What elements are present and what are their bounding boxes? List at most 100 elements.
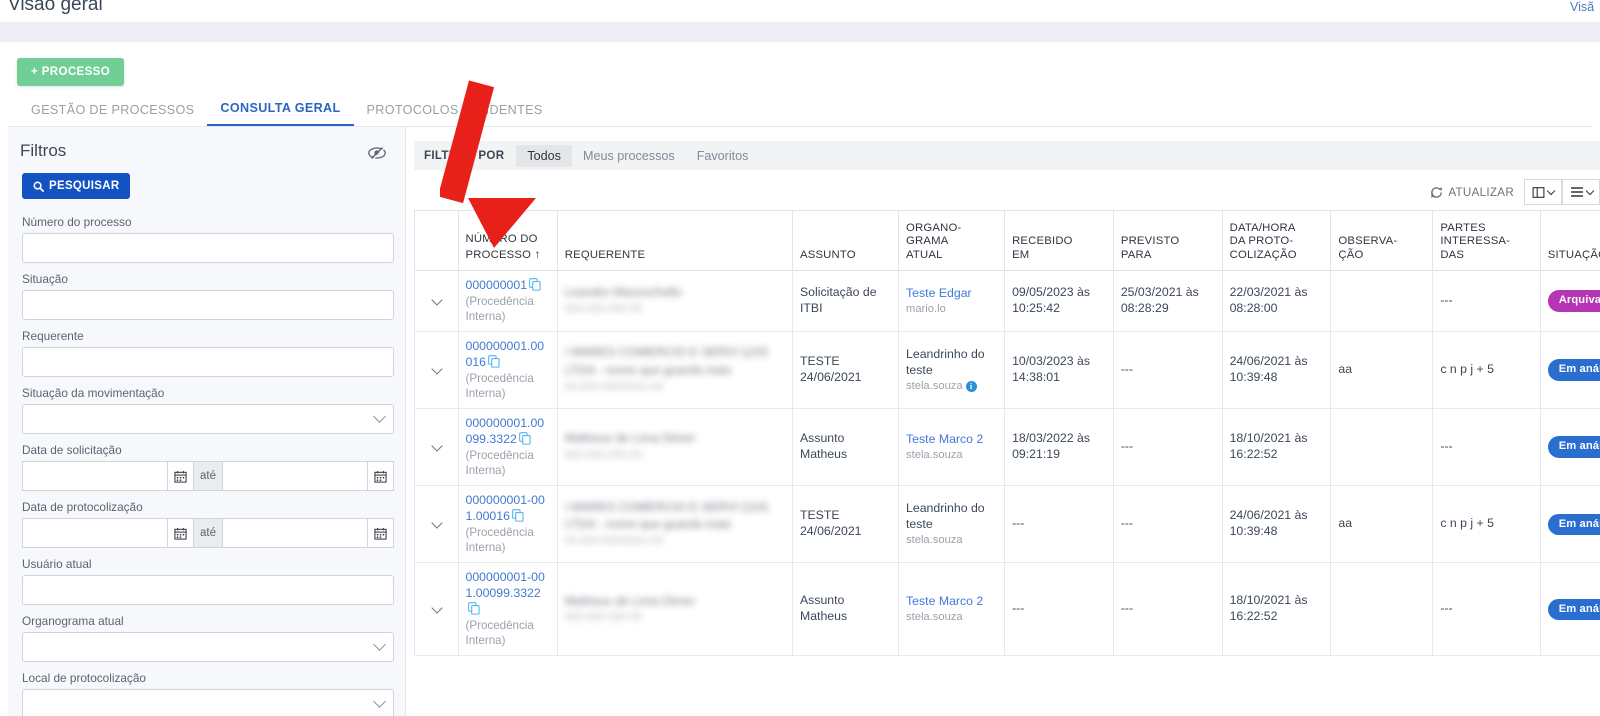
th-requerente-label: REQUERENTE — [565, 249, 645, 261]
th-org-line2: GRAMA — [906, 235, 948, 247]
table-row[interactable]: 000000001-001.00099.3322 (Procedência Int… — [415, 563, 1600, 656]
row-expand-toggle[interactable] — [415, 486, 459, 563]
subtab-todos[interactable]: Todos — [516, 145, 572, 167]
search-button-label: PESQUISAR — [49, 180, 119, 192]
row-expand-toggle[interactable] — [415, 563, 459, 656]
column-chooser-button[interactable] — [1524, 179, 1562, 205]
th-prot-line2: DA PROTO- — [1230, 235, 1294, 247]
refresh-button[interactable]: ATUALIZAR — [1420, 182, 1524, 203]
processo-number-link[interactable]: 000000001-001.00016 — [466, 493, 545, 523]
th-prot-line3: COLIZAÇÃO — [1230, 249, 1297, 261]
cell-observacao — [1331, 563, 1433, 656]
info-icon[interactable]: i — [966, 381, 977, 392]
cell-numero-do-processo: 000000001.00016(Procedência Interna) — [458, 332, 557, 409]
chevron-down-icon — [431, 363, 442, 374]
requerente-input[interactable] — [22, 347, 394, 377]
tab-consulta-geral[interactable]: CONSULTA GERAL — [207, 97, 353, 126]
filter-label-data-protocolizacao: Data de protocolização — [22, 500, 394, 514]
calendar-icon-protocolizacao-ate[interactable] — [367, 518, 394, 548]
th-prev-line2: PARA — [1121, 249, 1152, 261]
data-protocolizacao-de-input[interactable] — [22, 518, 167, 548]
copy-icon[interactable] — [519, 432, 531, 445]
table-row[interactable]: 000000001.00016(Procedência Interna)I MA… — [415, 332, 1600, 409]
cell-recebido-em: 09/05/2023 às 10:25:42 — [1005, 271, 1114, 332]
row-expand-toggle[interactable] — [415, 271, 459, 332]
processo-number-link[interactable]: 000000001 — [466, 278, 528, 292]
th-rec-line2: EM — [1012, 249, 1029, 261]
copy-icon[interactable] — [488, 355, 500, 368]
top-bar: Visão geral Visã — [0, 0, 1600, 22]
th-requerente[interactable]: REQUERENTE — [557, 211, 792, 271]
organograma-link[interactable]: Teste Marco 2 — [906, 594, 983, 608]
cell-organograma-atual: Teste Marco 2stela.souza — [899, 563, 1005, 656]
search-button[interactable]: PESQUISAR — [22, 173, 130, 199]
organograma-atual-select[interactable] — [22, 632, 394, 662]
th-data-hora-protocolizacao[interactable]: DATA/HORA DA PROTO- COLIZAÇÃO — [1222, 211, 1331, 271]
th-organograma-atual[interactable]: ORGANO- GRAMA ATUAL — [899, 211, 1005, 271]
th-numero-do-processo[interactable]: NÚMERO DO PROCESSO ↑ — [458, 211, 557, 271]
cell-observacao: aa — [1331, 332, 1433, 409]
th-obs-line1: OBSERVA- — [1338, 235, 1397, 247]
chevron-down-icon — [373, 638, 386, 651]
subtab-meus-processos[interactable]: Meus processos — [572, 145, 686, 167]
data-protocolizacao-ate-input[interactable] — [223, 518, 367, 548]
columns-icon — [1532, 186, 1545, 199]
eye-slash-icon[interactable] — [367, 145, 387, 161]
filter-label-local-protocolizacao: Local de protocolização — [22, 671, 394, 685]
th-obs-line2: ÇÃO — [1338, 249, 1363, 261]
cell-observacao — [1331, 409, 1433, 486]
processo-number-link[interactable]: 000000001.00016 — [466, 339, 545, 369]
processes-table: NÚMERO DO PROCESSO ↑ REQUERENTE ASSUNTO … — [414, 210, 1600, 656]
tab-gestao-de-processos[interactable]: GESTÃO DE PROCESSOS — [18, 99, 207, 126]
calendar-icon-solicitacao-de[interactable] — [167, 461, 194, 491]
calendar-icon-solicitacao-ate[interactable] — [367, 461, 394, 491]
situacao-movimentacao-select[interactable] — [22, 404, 394, 434]
row-expand-toggle[interactable] — [415, 409, 459, 486]
situacao-input[interactable] — [22, 290, 394, 320]
th-recebido-em[interactable]: RECEBIDO EM — [1005, 211, 1114, 271]
th-prot-line1: DATA/HORA — [1230, 222, 1296, 234]
table-menu-button[interactable] — [1562, 179, 1600, 205]
cell-requerente: I MARES COMERCIO E SERVI ÇOS LTDA - nome… — [557, 486, 792, 563]
copy-icon[interactable] — [468, 602, 480, 615]
organograma-user: mario.lo — [906, 302, 998, 317]
th-situacao[interactable]: SITUAÇÃO — [1540, 211, 1600, 271]
filter-subtabs: FILTRAR POR Todos Meus processos Favorit… — [414, 141, 1600, 170]
th-assunto[interactable]: ASSUNTO — [792, 211, 898, 271]
data-solicitacao-ate-input[interactable] — [223, 461, 367, 491]
table-row[interactable]: 000000001-001.00016(Procedência Interna)… — [415, 486, 1600, 563]
processo-number-link[interactable]: 000000001-001.00099.3322 — [466, 570, 545, 600]
copy-icon[interactable] — [529, 278, 541, 291]
subtab-favoritos[interactable]: Favoritos — [686, 145, 760, 167]
table-row[interactable]: 000000001(Procedência Interna)Leandro Ma… — [415, 271, 1600, 332]
row-expand-toggle[interactable] — [415, 332, 459, 409]
organograma-link[interactable]: Teste Edgar — [906, 286, 972, 300]
chevron-down-icon — [1547, 186, 1555, 194]
calendar-icon-protocolizacao-de[interactable] — [167, 518, 194, 548]
tab-protocolos-pendentes[interactable]: PROTOCOLOS PENDENTES — [354, 99, 556, 126]
table-toolbar: ATUALIZAR — [1420, 179, 1600, 205]
numero-do-processo-input[interactable] — [22, 233, 394, 263]
th-partes-interessadas[interactable]: PARTES INTERESSA- DAS — [1433, 211, 1540, 271]
usuario-atual-input[interactable] — [22, 575, 394, 605]
data-solicitacao-de-input[interactable] — [22, 461, 167, 491]
cell-recebido-em: 18/03/2022 às 09:21:19 — [1005, 409, 1114, 486]
table-row[interactable]: 000000001.00099.3322(Procedência Interna… — [415, 409, 1600, 486]
th-previsto-para[interactable]: PREVISTO PARA — [1113, 211, 1222, 271]
filter-data-solicitacao: Data de solicitação até — [22, 443, 394, 491]
cell-data-protocolizacao: 18/10/2021 às 16:22:52 — [1222, 409, 1331, 486]
filter-situacao: Situação — [22, 272, 394, 320]
cell-requerente: I MARES COMERCIO E SERVI ÇOS LTDA - nome… — [557, 332, 792, 409]
processo-number-link[interactable]: 000000001.00099.3322 — [466, 416, 545, 446]
local-protocolizacao-select[interactable] — [22, 689, 394, 716]
new-process-button[interactable]: + PROCESSO — [17, 58, 124, 86]
filter-data-protocolizacao: Data de protocolização até — [22, 500, 394, 548]
search-icon — [33, 181, 44, 192]
cell-assunto: TESTE 24/06/2021 — [792, 486, 898, 563]
th-observacao[interactable]: OBSERVA- ÇÃO — [1331, 211, 1433, 271]
processo-procedencia: (Procedência Interna) — [466, 618, 551, 648]
th-part-line1: PARTES — [1440, 222, 1485, 234]
copy-icon[interactable] — [512, 509, 524, 522]
organograma-link[interactable]: Teste Marco 2 — [906, 432, 983, 446]
chevron-down-icon — [431, 603, 442, 614]
